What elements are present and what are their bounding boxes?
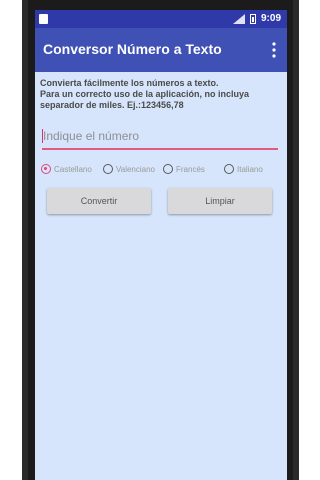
phone-right-edge xyxy=(293,0,299,480)
radio-label-castellano: Castellano xyxy=(54,164,92,174)
app-screen: 9:09 Conversor Número a Texto Convierta … xyxy=(35,10,287,480)
notification-icon xyxy=(39,14,48,24)
status-time: 9:09 xyxy=(260,13,281,24)
app-title: Conversor Número a Texto xyxy=(43,41,222,57)
radio-unselected-icon xyxy=(163,164,173,174)
status-bar: 9:09 xyxy=(35,10,287,28)
radio-label-valenciano: Valenciano xyxy=(116,164,155,174)
status-indicators: 9:09 xyxy=(232,13,281,24)
phone-left-edge xyxy=(22,0,28,480)
radio-label-italiano: Italiano xyxy=(237,164,263,174)
clear-button[interactable]: Limpiar xyxy=(168,188,272,214)
radio-unselected-icon xyxy=(103,164,113,174)
number-input[interactable] xyxy=(43,126,273,146)
more-vert-icon[interactable] xyxy=(271,41,277,59)
description-text: Convierta fácilmente los números a texto… xyxy=(40,78,284,111)
radio-label-frances: Francés xyxy=(176,164,205,174)
radio-frances[interactable]: Francés xyxy=(163,164,205,174)
radio-selected-icon xyxy=(41,164,51,174)
signal-icon xyxy=(232,13,245,24)
number-input-container xyxy=(42,126,278,150)
radio-valenciano[interactable]: Valenciano xyxy=(103,164,155,174)
radio-unselected-icon xyxy=(224,164,234,174)
language-radio-group: Castellano Valenciano Francés Italiano xyxy=(41,164,287,180)
radio-castellano[interactable]: Castellano xyxy=(41,164,92,174)
description-line-2: Para un correcto uso de la aplicación, n… xyxy=(40,89,250,110)
convert-button[interactable]: Convertir xyxy=(47,188,151,214)
description-line-1: Convierta fácilmente los números a texto… xyxy=(40,78,219,88)
app-bar: Conversor Número a Texto xyxy=(35,28,287,72)
radio-italiano[interactable]: Italiano xyxy=(224,164,263,174)
battery-icon xyxy=(249,13,256,24)
